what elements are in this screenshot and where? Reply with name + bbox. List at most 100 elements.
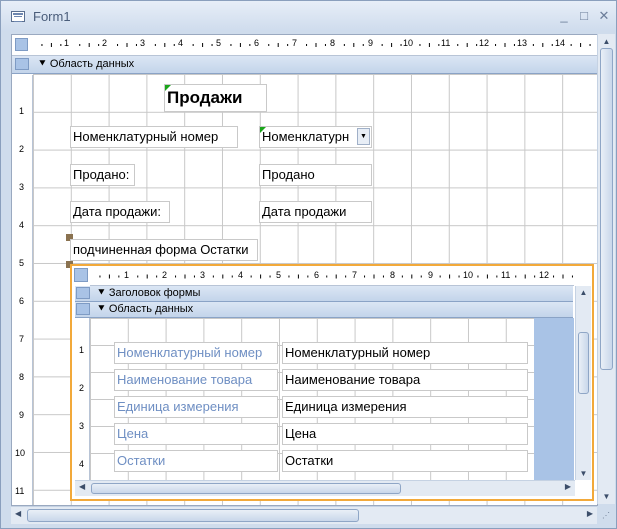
design-surface: 1 2 3 4 5 6 7 8 9 10 11 12 13 14 ⯆ Облас… [11, 34, 598, 506]
error-indicator [260, 127, 266, 133]
ruler-label: 11 [15, 486, 25, 496]
ruler-label: 7 [292, 38, 298, 48]
ruler-label: 9 [428, 270, 434, 280]
subform-detail-bar[interactable]: ⯆ Область данных [75, 302, 573, 318]
minimize-button[interactable]: _ [556, 8, 572, 24]
scroll-thumb[interactable] [91, 483, 401, 494]
ruler-ticks [41, 43, 591, 47]
subform-row-label[interactable]: Единица измерения [114, 396, 278, 418]
subform-row-field[interactable]: Цена [282, 423, 528, 445]
window-title: Form1 [33, 9, 71, 24]
scroll-down-icon[interactable]: ▼ [598, 492, 615, 501]
form-window: Form1 _ □ ✕ 1 2 3 4 5 6 7 8 9 10 11 12 1… [0, 0, 617, 529]
ruler-label: 2 [162, 270, 168, 280]
sold-field[interactable]: Продано [259, 164, 372, 186]
ruler-label: 5 [276, 270, 282, 280]
ruler-label: 9 [368, 38, 374, 48]
ruler-label: 1 [79, 345, 85, 355]
subform-header-bar[interactable]: ⯆ Заголовок формы [75, 286, 573, 302]
subform-ruler[interactable]: 1 2 3 4 5 6 7 8 9 10 11 12 [90, 268, 574, 286]
date-label[interactable]: Дата продажи: [70, 201, 170, 223]
ruler-label: 12 [539, 270, 550, 280]
scroll-left-icon[interactable]: ◀ [15, 509, 21, 518]
ruler-label: 8 [19, 372, 25, 382]
scroll-up-icon[interactable]: ▲ [598, 37, 615, 46]
scroll-thumb[interactable] [578, 332, 589, 394]
scroll-thumb[interactable] [27, 509, 359, 522]
maximize-button[interactable]: □ [576, 8, 592, 24]
ruler-label: 4 [79, 459, 85, 469]
ruler-label: 3 [140, 38, 146, 48]
dropdown-arrow-icon[interactable]: ▼ [357, 128, 370, 145]
subform-row-label[interactable]: Остатки [114, 450, 278, 472]
combo-text: Номенклатурн [262, 129, 350, 144]
subform-row-field[interactable]: Номенклатурный номер [282, 342, 528, 364]
window-vertical-scrollbar[interactable]: ▲ ▼ [597, 34, 615, 504]
scroll-right-icon[interactable]: ▶ [565, 482, 571, 491]
scroll-left-icon[interactable]: ◀ [79, 482, 85, 491]
subform-row-field[interactable]: Единица измерения [282, 396, 528, 418]
subform-row-field[interactable]: Остатки [282, 450, 528, 472]
form-title-label[interactable]: Продажи [164, 84, 267, 112]
ruler-label: 11 [441, 38, 451, 48]
ruler-label: 6 [254, 38, 260, 48]
ruler-label: 7 [19, 334, 25, 344]
ruler-label: 10 [463, 270, 474, 280]
nomenclature-label[interactable]: Номенклатурный номер [70, 126, 238, 148]
section-selector[interactable] [76, 303, 90, 315]
scroll-thumb[interactable] [600, 48, 613, 370]
section-selector[interactable] [15, 58, 29, 70]
form-icon [11, 11, 25, 22]
ruler-label: 4 [178, 38, 184, 48]
horizontal-ruler[interactable]: 1 2 3 4 5 6 7 8 9 10 11 12 13 14 [32, 35, 597, 56]
ruler-label: 1 [19, 106, 25, 116]
ruler-label: 6 [314, 270, 320, 280]
subform-horizontal-scrollbar[interactable]: ◀ ▶ [75, 480, 575, 496]
section-selector[interactable] [76, 287, 90, 299]
subform-row-label[interactable]: Наименование товара [114, 369, 278, 391]
ruler-label: 6 [19, 296, 25, 306]
scroll-right-icon[interactable]: ▶ [587, 509, 593, 518]
window-horizontal-scrollbar[interactable]: ◀ ▶ [11, 506, 597, 524]
title-bar[interactable]: Form1 _ □ ✕ [1, 1, 616, 31]
ruler-label: 1 [64, 38, 70, 48]
ruler-label: 2 [102, 38, 108, 48]
vertical-ruler[interactable]: 1 2 3 4 5 6 7 8 9 10 11 [12, 75, 33, 505]
ruler-label: 2 [79, 383, 85, 393]
subform-row-field[interactable]: Наименование товара [282, 369, 528, 391]
subform-empty-area [534, 318, 574, 480]
ruler-label: 3 [79, 421, 85, 431]
subform-row-label[interactable]: Цена [114, 423, 278, 445]
subform-vertical-scrollbar[interactable]: ▲ ▼ [575, 286, 591, 480]
ruler-label: 12 [479, 38, 490, 48]
ruler-label: 3 [200, 270, 206, 280]
error-indicator [165, 85, 171, 91]
ruler-label: 10 [15, 448, 26, 458]
ruler-label: 5 [216, 38, 222, 48]
subform-selector[interactable] [74, 268, 88, 282]
subform-control[interactable]: 1 2 3 4 5 6 7 8 9 10 11 12 ⯆ Заголовок ф… [70, 264, 594, 501]
resize-grip-icon[interactable]: ⋰ [602, 511, 610, 520]
scroll-up-icon[interactable]: ▲ [576, 288, 591, 297]
ruler-label: 7 [352, 270, 358, 280]
ruler-label: 13 [517, 38, 528, 48]
nomenclature-combo[interactable]: Номенклатурн ▼ [259, 126, 372, 148]
ruler-label: 10 [403, 38, 414, 48]
subform-vertical-ruler[interactable]: 1 2 3 4 [75, 318, 90, 480]
header-section-label: ⯆ Заголовок формы [97, 287, 201, 299]
ruler-label: 14 [555, 38, 566, 48]
date-field[interactable]: Дата продажи [259, 201, 372, 223]
subform-row-label[interactable]: Номенклатурный номер [114, 342, 278, 364]
subform-label[interactable]: подчиненная форма Остатки [70, 239, 258, 261]
detail-section-bar[interactable]: ⯆ Область данных [12, 56, 597, 74]
sold-label[interactable]: Продано: [70, 164, 135, 186]
scroll-down-icon[interactable]: ▼ [576, 469, 591, 478]
ruler-label: 8 [390, 270, 396, 280]
close-button[interactable]: ✕ [596, 8, 612, 24]
ruler-label: 11 [501, 270, 511, 280]
ruler-label: 4 [238, 270, 244, 280]
detail-section-label: ⯆ Область данных [38, 58, 135, 70]
ruler-label: 5 [19, 258, 25, 268]
form-selector[interactable] [12, 35, 33, 56]
ruler-label: 8 [330, 38, 336, 48]
